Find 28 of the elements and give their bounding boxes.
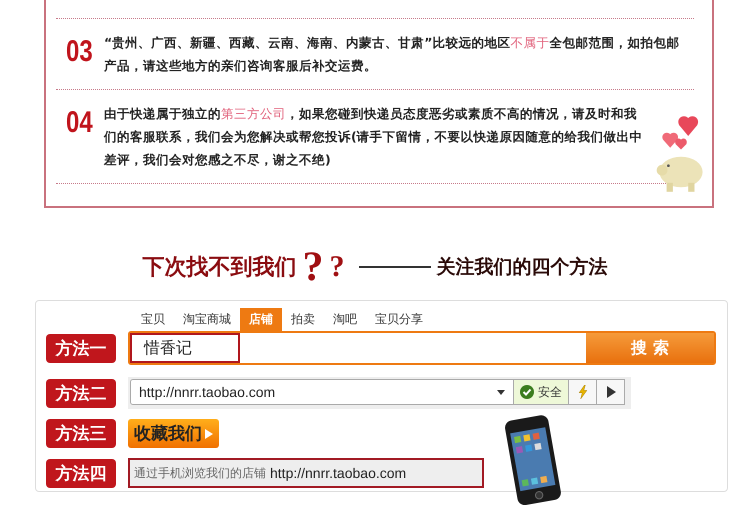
question-mark: ?	[330, 250, 344, 284]
mobile-url[interactable]: http://nnrr.taobao.com	[270, 465, 406, 481]
mobile-hint: 通过手机浏览我们的店铺	[134, 464, 266, 482]
question-mark: ?	[302, 243, 324, 291]
search-tab[interactable]: 拍卖	[282, 308, 324, 331]
go-button[interactable]	[597, 379, 625, 405]
heading-question: 下次找不到我们	[142, 254, 296, 282]
dropdown-caret-icon[interactable]	[497, 390, 505, 394]
notice-text: “贵州、广西、新疆、西藏、云南、海南、内蒙古、甘肃”比较远的地区不属于全包邮范围，如拍包邮产品，请这些地方的亲们咨询客服后补交运费。	[104, 34, 680, 75]
notice-number: 04	[66, 106, 94, 140]
lightning-icon	[578, 385, 588, 399]
heading-subtitle: 关注我们的四个方法	[436, 255, 608, 280]
search-tab[interactable]: 淘宝商城	[174, 308, 240, 331]
method-label: 方法三	[46, 419, 116, 448]
check-icon	[520, 385, 534, 399]
search-tab[interactable]: 淘吧	[324, 308, 366, 331]
play-icon	[205, 428, 213, 438]
method-label: 方法二	[46, 378, 116, 408]
play-icon	[606, 385, 616, 399]
method-label: 方法四	[46, 458, 116, 488]
security-label: 安全	[538, 384, 562, 400]
notice-text: 由于快递属于独立的第三方公司，如果您碰到快递员态度恶劣或素质不高的情况，请及时和我们的客服联系，我们会为您解决或帮您投诉(请手下留情，不要以快递原因随意的给我们做出中差评，我们会对您感之不尽，谢之不绝)	[104, 105, 644, 169]
method-label: 方法一	[46, 334, 116, 362]
notice-number: 03	[66, 35, 94, 69]
address-bar[interactable]: http://nnrr.taobao.com	[130, 379, 514, 405]
search-tab[interactable]: 宝贝分享	[366, 308, 432, 331]
favorite-button[interactable]: 收藏我们	[128, 419, 219, 448]
search-tab[interactable]: 宝贝	[132, 308, 174, 331]
